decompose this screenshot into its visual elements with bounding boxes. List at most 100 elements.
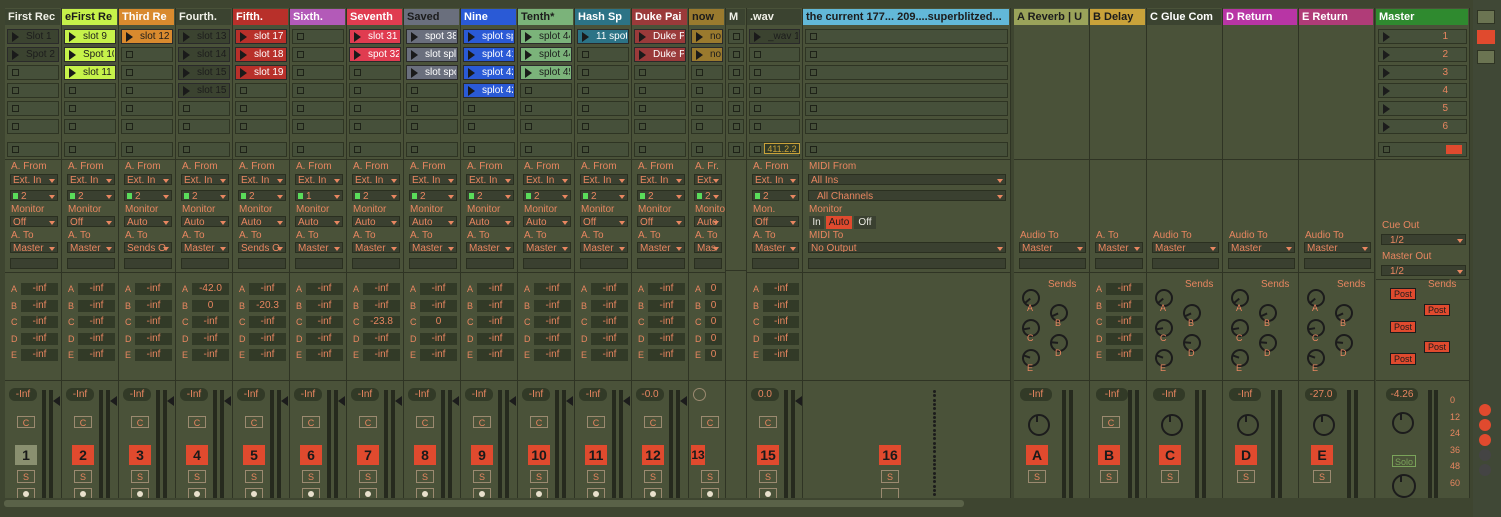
stop-slot-icon[interactable] (696, 87, 703, 94)
pan-knob[interactable] (1313, 414, 1335, 436)
send-value[interactable]: 0 (705, 283, 722, 295)
scene-play-icon[interactable] (1383, 32, 1390, 42)
clip-slot[interactable] (805, 47, 1008, 62)
scene-launch[interactable]: 1 (1378, 29, 1467, 44)
clip-stop-button[interactable] (406, 142, 458, 157)
solo-button[interactable]: S (473, 470, 491, 483)
pan-knob[interactable] (1028, 414, 1050, 436)
stop-icon[interactable] (696, 146, 703, 153)
pan-control[interactable]: C (587, 416, 605, 428)
clip-name[interactable]: Spot 10 (83, 49, 114, 60)
clip-slot[interactable] (805, 29, 1008, 44)
stop-slot-icon[interactable] (810, 105, 817, 112)
send-value[interactable]: -inf (534, 316, 571, 328)
clip-slot[interactable]: slot 12 (121, 29, 173, 44)
stop-slot-icon[interactable] (297, 51, 304, 58)
volume-fader-handle[interactable] (395, 396, 402, 406)
scene-launch[interactable]: 6 (1378, 119, 1467, 134)
clip-name[interactable]: slot 13 (197, 31, 228, 42)
clip-slot[interactable] (805, 83, 1008, 98)
solo-button[interactable]: S (759, 470, 777, 483)
solo-cue-button[interactable]: Solo (1392, 455, 1416, 467)
monitor-select[interactable]: Off (10, 216, 58, 227)
clip-slot[interactable] (691, 65, 723, 80)
input-type-select[interactable]: Ext. In (466, 174, 514, 185)
monitor-select[interactable]: Auto (181, 216, 229, 227)
track-header[interactable]: Nine (461, 9, 516, 25)
song-position-display[interactable]: 411.2.2 (764, 143, 800, 154)
clip-slot[interactable]: splot 42 (463, 83, 515, 98)
stop-slot-icon[interactable] (582, 123, 589, 130)
play-icon[interactable] (754, 32, 761, 42)
clip-name[interactable]: slot 15 (197, 85, 228, 96)
stop-slot-icon[interactable] (297, 105, 304, 112)
stop-icon[interactable] (297, 146, 304, 153)
clip-name[interactable]: splot 42 (482, 67, 513, 78)
midi-output-channel-select[interactable] (808, 258, 1006, 269)
track-activator-button[interactable]: 8 (414, 445, 436, 465)
play-icon[interactable] (639, 50, 646, 60)
clip-slot[interactable] (292, 101, 344, 116)
stop-slot-icon[interactable] (733, 87, 740, 94)
clip-name[interactable]: slot 17 (254, 31, 285, 42)
send-value[interactable]: -inf (21, 316, 58, 328)
send-value[interactable]: -inf (420, 283, 457, 295)
pan-control[interactable]: C (245, 416, 263, 428)
volume-fader-handle[interactable] (623, 396, 630, 406)
clip-slot[interactable] (749, 101, 800, 116)
stop-slot-icon[interactable] (696, 69, 703, 76)
return-track-header[interactable]: A Reverb | U (1014, 9, 1088, 25)
output-channel-select[interactable] (409, 258, 457, 269)
volume-value[interactable]: -Inf (465, 388, 493, 401)
stop-slot-icon[interactable] (639, 69, 646, 76)
track-header[interactable]: Fifth. (233, 9, 288, 25)
stop-slot-icon[interactable] (582, 51, 589, 58)
clip-slot[interactable] (577, 47, 629, 62)
send-value[interactable]: -inf (135, 283, 172, 295)
stop-slot-icon[interactable] (810, 33, 817, 40)
monitor-select[interactable]: Auto (124, 216, 172, 227)
return-activator-button[interactable]: A (1026, 445, 1048, 465)
clip-slot[interactable] (7, 119, 59, 134)
play-icon[interactable] (696, 50, 703, 60)
solo-button[interactable]: S (1161, 470, 1179, 483)
pan-knob[interactable] (1237, 414, 1259, 436)
track-header[interactable]: Third Re (119, 9, 174, 25)
clip-slot[interactable] (349, 65, 401, 80)
clip-slot[interactable] (728, 83, 744, 98)
sends-toggle-icon[interactable] (1477, 50, 1495, 64)
stop-slot-icon[interactable] (754, 87, 761, 94)
return-activator-button[interactable]: C (1159, 445, 1181, 465)
send-value[interactable]: -inf (420, 349, 457, 361)
send-value[interactable]: 0 (705, 316, 722, 328)
clip-slot[interactable] (749, 47, 800, 62)
volume-value[interactable]: -Inf (1096, 388, 1128, 401)
send-value[interactable]: -inf (420, 332, 457, 345)
send-value[interactable]: -inf (420, 299, 457, 312)
arm-button[interactable] (644, 488, 662, 498)
input-type-select[interactable]: Ext. In (295, 174, 343, 185)
track-activator-button[interactable]: 16 (879, 445, 901, 465)
arm-button[interactable] (587, 488, 605, 498)
side-toggle-icon[interactable] (1479, 464, 1491, 476)
output-type-select[interactable]: Master (10, 242, 58, 253)
clip-name[interactable]: splot 45 (539, 67, 570, 78)
track-activator-button[interactable]: 7 (357, 445, 379, 465)
send-value[interactable]: -inf (477, 349, 514, 361)
play-icon[interactable] (468, 32, 475, 42)
track-activator-button[interactable]: 9 (471, 445, 493, 465)
send-value[interactable]: -inf (648, 332, 685, 345)
arm-button[interactable] (131, 488, 149, 498)
track-header[interactable]: Sixth. (290, 9, 345, 25)
stop-slot-icon[interactable] (297, 123, 304, 130)
stop-slot-icon[interactable] (733, 123, 740, 130)
arm-button[interactable] (530, 488, 548, 498)
stop-slot-icon[interactable] (12, 105, 19, 112)
stop-all-icon[interactable] (1446, 145, 1462, 154)
clip-slot[interactable] (7, 101, 59, 116)
pan-control[interactable]: C (759, 416, 777, 428)
clip-stop-button[interactable] (235, 142, 287, 157)
clip-name[interactable]: slot 14 (197, 49, 228, 60)
output-channel-select[interactable] (238, 258, 286, 269)
stop-slot-icon[interactable] (354, 123, 361, 130)
